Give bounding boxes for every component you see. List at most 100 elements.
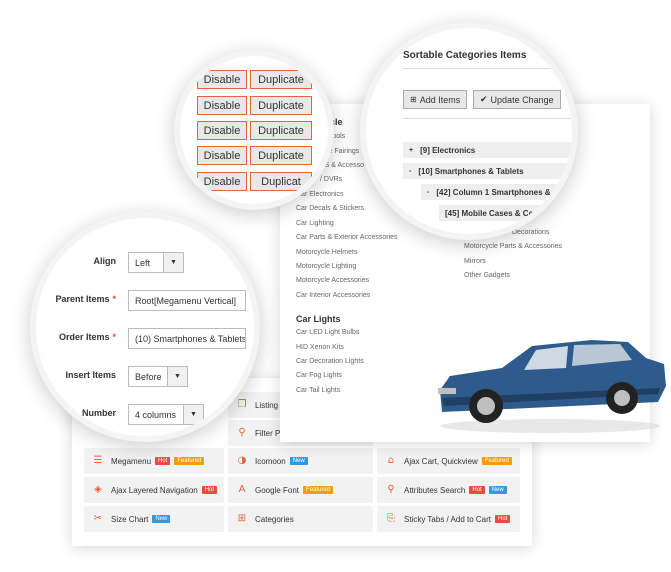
feature-item[interactable]: ☰ Megamenu Hot Featured <box>84 448 224 474</box>
listing-icon: ❐ <box>237 399 247 410</box>
tree-item-label: [10] Smartphones & Tablets <box>418 166 524 176</box>
hot-badge: Hot <box>155 457 171 465</box>
action-row: Disable Duplicate <box>197 70 312 89</box>
featured-badge: Featured <box>174 457 205 465</box>
sticky-tabs-icon: ⎘ <box>387 513 395 524</box>
duplicate-button[interactable]: Duplicate <box>250 70 312 89</box>
category-link[interactable]: Car Tail Lights <box>296 387 340 394</box>
parent-items-select[interactable]: Root[Megamenu Vertical] <box>128 290 246 311</box>
feature-label: Ajax Cart, Quickview <box>404 456 478 466</box>
feature-item[interactable]: ◑ Icomoon New <box>228 448 373 474</box>
disable-button[interactable]: Disable <box>197 96 247 115</box>
category-link[interactable]: Motorcycle Helmets <box>296 249 357 256</box>
duplicate-button[interactable]: Duplicate <box>250 121 312 140</box>
collapse-icon[interactable]: - <box>409 168 411 175</box>
tree-item[interactable]: - [10] Smartphones & Tablets <box>403 163 572 179</box>
categories-icon: ⊞ <box>237 513 247 524</box>
feature-item[interactable]: ⊞ Categories <box>228 506 373 532</box>
car-image <box>438 340 666 433</box>
layers-icon: ◈ <box>94 484 102 495</box>
filter-icon: ⚲ <box>238 427 246 438</box>
disable-button[interactable]: Disable <box>197 172 247 191</box>
dropdown-arrow-icon: ▼ <box>167 367 187 386</box>
number-label: Number <box>81 408 116 418</box>
number-value: 4 columns <box>135 409 177 420</box>
toolbar-divider <box>403 118 572 119</box>
tree-item[interactable]: + [9] Electronics <box>403 142 572 158</box>
action-row: Disable Duplicate <box>197 121 312 140</box>
category-link[interactable]: Car Decoration Lights <box>296 358 364 365</box>
feature-item[interactable]: ⌂ Ajax Cart, Quickview Featured <box>377 448 520 474</box>
category-link[interactable]: Car Decals & Stickers <box>296 205 364 212</box>
feature-label: Icomoon <box>255 456 286 466</box>
category-link[interactable]: Car LED Light Bulbs <box>296 329 359 336</box>
insert-items-select[interactable]: Before ▼ <box>128 366 188 387</box>
tree-item[interactable]: [45] Mobile Cases & Co <box>439 205 569 221</box>
disable-button[interactable]: Disable <box>197 146 247 165</box>
feature-item[interactable]: ⎘ Sticky Tabs / Add to Cart Hot <box>377 506 520 532</box>
dropdown-arrow-icon: ▼ <box>163 253 183 272</box>
feature-item[interactable]: ◈ Ajax Layered Navigation Hot <box>84 477 224 503</box>
disable-button[interactable]: Disable <box>197 70 247 89</box>
feature-label: Sticky Tabs / Add to Cart <box>404 514 492 524</box>
action-row: Disable Duplicat <box>197 172 312 191</box>
collapse-icon[interactable]: - <box>427 189 429 196</box>
feature-label: Megamenu <box>111 456 152 466</box>
tree-item-label: [42] Column 1 Smartphones & <box>436 187 551 197</box>
category-link[interactable]: Car Lighting <box>296 220 334 227</box>
align-label: Align <box>93 256 117 266</box>
insert-items-value: Before <box>135 371 162 382</box>
order-items-select[interactable]: (10) Smartphones & Tablets <box>128 328 246 349</box>
add-items-button[interactable]: ⊞ Add Items <box>403 90 468 109</box>
feature-label: Google Font <box>255 485 300 495</box>
feature-label: Ajax Layered Navigation <box>111 485 198 495</box>
new-badge: New <box>152 515 171 523</box>
duplicate-button[interactable]: Duplicate <box>250 146 312 165</box>
feature-label: Attributes Search <box>404 485 466 495</box>
add-items-label: Add Items <box>419 94 461 105</box>
feature-label: Size Chart <box>111 514 149 524</box>
category-link[interactable]: / DVRs <box>320 176 342 183</box>
insert-items-label: Insert Items <box>65 370 116 380</box>
category-link[interactable]: Motorcycle Parts & Accessories <box>464 243 562 250</box>
hot-badge: Hot <box>495 515 511 523</box>
feature-item[interactable]: ⚲ Attributes Search Hot New <box>377 477 520 503</box>
category-link[interactable]: Motorcycle Lighting <box>296 263 356 270</box>
order-items-label: Order Items * <box>36 332 116 342</box>
feature-item[interactable]: A Google Font Featured <box>228 477 373 503</box>
parent-items-text: Parent Items <box>55 294 110 304</box>
hot-badge: Hot <box>201 486 218 494</box>
category-link[interactable]: Motorcycle Accessories <box>296 277 369 284</box>
category-link[interactable]: Car Interior Accessories <box>296 292 370 299</box>
form-zoom-circle: Align Left ▼ Parent Items * Root[Megamenu… <box>30 212 260 442</box>
update-change-button[interactable]: ✔ Update Change <box>473 90 561 109</box>
grid-icon: ⊞ <box>410 95 417 104</box>
title-divider <box>403 68 572 69</box>
number-select[interactable]: 4 columns ▼ <box>128 404 204 425</box>
category-link[interactable]: Mirrors <box>464 258 486 265</box>
size-chart-icon: ✂ <box>93 513 103 524</box>
tree-item-label: [45] Mobile Cases & Co <box>445 208 534 218</box>
sortable-title: Sortable Categories Items <box>403 50 527 61</box>
new-badge: New <box>488 486 507 494</box>
feature-label: Categories <box>255 514 294 524</box>
menu-icon: ☰ <box>93 455 103 466</box>
category-link[interactable]: Decorations <box>512 229 549 236</box>
dropdown-arrow-icon: ▼ <box>183 405 203 424</box>
duplicate-button[interactable]: Duplicat <box>250 172 312 191</box>
tree-item[interactable]: - [42] Column 1 Smartphones & <box>421 184 571 200</box>
expand-icon[interactable]: + <box>409 147 413 154</box>
icomoon-icon: ◑ <box>237 455 247 466</box>
sortable-zoom-circle: Sortable Categories Items ⊞ Add Items ✔ … <box>360 22 578 240</box>
disable-button[interactable]: Disable <box>197 121 247 140</box>
order-items-text: Order Items <box>58 332 110 342</box>
category-link[interactable]: Car Parts & Exterior Accessories <box>296 234 398 241</box>
hot-badge: Hot <box>469 486 485 494</box>
align-select[interactable]: Left ▼ <box>128 252 184 273</box>
feature-item[interactable]: ✂ Size Chart New <box>84 506 224 532</box>
action-row: Disable Duplicate <box>197 96 312 115</box>
category-link[interactable]: Other Gadgets <box>464 272 510 279</box>
duplicate-button[interactable]: Duplicate <box>250 96 312 115</box>
category-link[interactable]: HID Xenon Kits <box>296 344 344 351</box>
category-link[interactable]: Car Fog Lights <box>296 372 342 379</box>
